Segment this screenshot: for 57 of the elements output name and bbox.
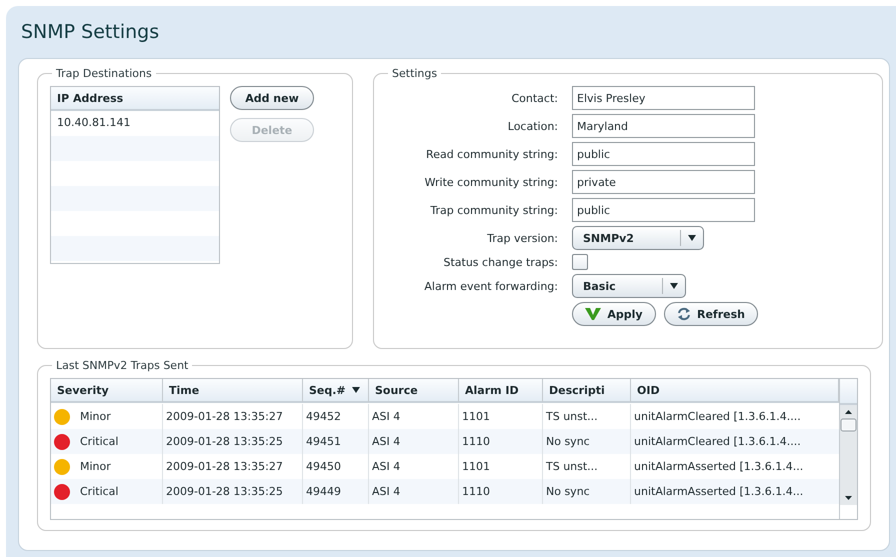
sort-descending-icon [352,387,360,393]
text-field[interactable]: public [572,142,755,166]
table-cell: Critical [51,429,163,454]
field-label: Write community string: [424,176,558,188]
field-label: Location: [506,120,558,132]
column-header[interactable]: OID [631,379,839,403]
check-icon [585,307,602,321]
field-label: Alarm event forwarding: [423,280,558,292]
table-cell: unitAlarmCleared [1.3.6.1.4.... [631,429,839,454]
table-cell: 1110 [459,479,543,504]
refresh-icon [677,307,691,321]
field-label: Trap community string: [429,204,558,216]
table-cell: Minor [51,404,163,429]
column-header[interactable]: Descripti [543,379,631,403]
dropdown[interactable]: Basic [572,274,686,298]
checkbox[interactable] [572,254,588,270]
table-cell: No sync [543,429,631,454]
table-cell: 2009-01-28 13:35:25 [163,429,303,454]
column-header[interactable]: Seq.# [303,379,369,403]
group-title: Settings [391,67,438,80]
table-cell: Critical [51,479,163,504]
field-label: Read community string: [425,148,558,160]
text-field[interactable]: public [572,198,755,222]
group-title: Last SNMPv2 Traps Sent [55,359,190,372]
table-cell: 49451 [303,429,369,454]
table-cell: ASI 4 [369,479,459,504]
refresh-button[interactable]: Refresh [664,302,758,326]
page-title: SNMP Settings [21,20,160,44]
table-cell: 1110 [459,429,543,454]
caret-icon [670,283,678,289]
group-title: Trap Destinations [55,67,153,80]
table-cell: TS unst... [543,404,631,429]
column-header[interactable]: Severity [51,379,163,403]
table-cell: ASI 4 [369,454,459,479]
column-header[interactable]: Alarm ID [459,379,543,403]
table-cell: ASI 4 [369,404,459,429]
text-field[interactable]: private [572,170,755,194]
column-header[interactable]: Time [163,379,303,403]
table-cell: No sync [543,479,631,504]
table-cell: 49449 [303,479,369,504]
field-label: Status change traps: [442,256,558,268]
field-label: Contact: [510,92,558,104]
add-button[interactable]: Add new [230,86,314,110]
table-cell: Minor [51,454,163,479]
table-cell: TS unst... [543,454,631,479]
field-label: Trap version: [486,232,558,244]
column-header[interactable]: Source [369,379,459,403]
caret-icon [688,235,696,241]
text-field[interactable]: Elvis Presley [572,86,755,110]
apply-button[interactable]: Apply [572,302,656,326]
dropdown[interactable]: SNMPv2 [572,226,704,250]
table-cell: ASI 4 [369,429,459,454]
table-cell: unitAlarmAsserted [1.3.6.1.4... [631,479,839,504]
scrollbar[interactable] [840,405,857,505]
text-field[interactable]: Maryland [572,114,755,138]
column-header: IP Address [51,87,219,111]
table-cell: 2009-01-28 13:35:25 [163,479,303,504]
